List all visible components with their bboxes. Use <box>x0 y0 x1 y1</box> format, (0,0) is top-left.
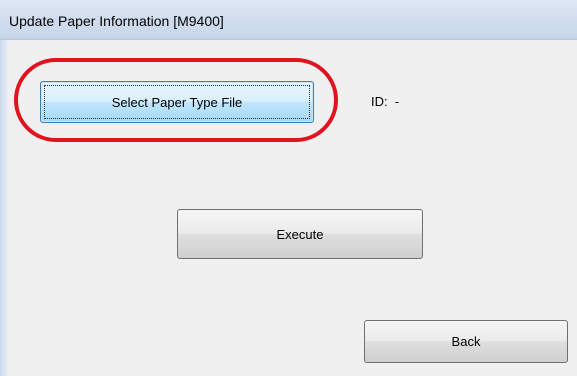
select-paper-type-file-button[interactable]: Select Paper Type File <box>40 81 314 123</box>
execute-button[interactable]: Execute <box>177 209 423 259</box>
window-frame-edge <box>0 40 8 376</box>
select-paper-type-file-label: Select Paper Type File <box>111 94 243 110</box>
id-label: ID: - <box>371 94 399 109</box>
update-paper-information-window: Update Paper Information [M9400] Select … <box>0 0 577 376</box>
id-label-text: ID: <box>371 94 388 109</box>
back-button[interactable]: Back <box>364 320 568 363</box>
id-value: - <box>394 94 400 109</box>
execute-label: Execute <box>276 226 324 242</box>
title-bar: Update Paper Information [M9400] <box>0 0 577 40</box>
back-label: Back <box>451 334 481 349</box>
window-title: Update Paper Information [M9400] <box>9 13 224 29</box>
